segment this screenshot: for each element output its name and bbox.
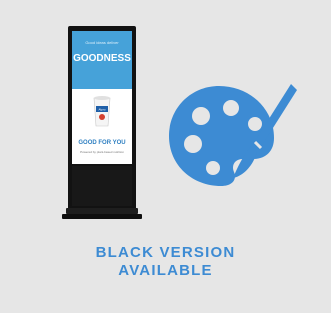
screen-subline: Powered by plant-based nutrition [80, 150, 124, 154]
kiosk-display-image: Good ideas deliver GOODNESS Alpro GOOD F… [62, 26, 142, 219]
screen-tagline: GOOD FOR YOU [78, 140, 125, 146]
caption-line-2: AVAILABLE [118, 262, 213, 279]
screen-headline-big: GOODNESS [73, 53, 131, 64]
paint-palette-icon [169, 84, 297, 186]
caption-line-1: BLACK VERSION [95, 244, 236, 261]
screen-headline-small: Good ideas deliver [85, 40, 119, 45]
product-card: Good ideas deliver GOODNESS Alpro GOOD F… [0, 0, 331, 313]
screen-product-label: Alpro [98, 108, 105, 112]
